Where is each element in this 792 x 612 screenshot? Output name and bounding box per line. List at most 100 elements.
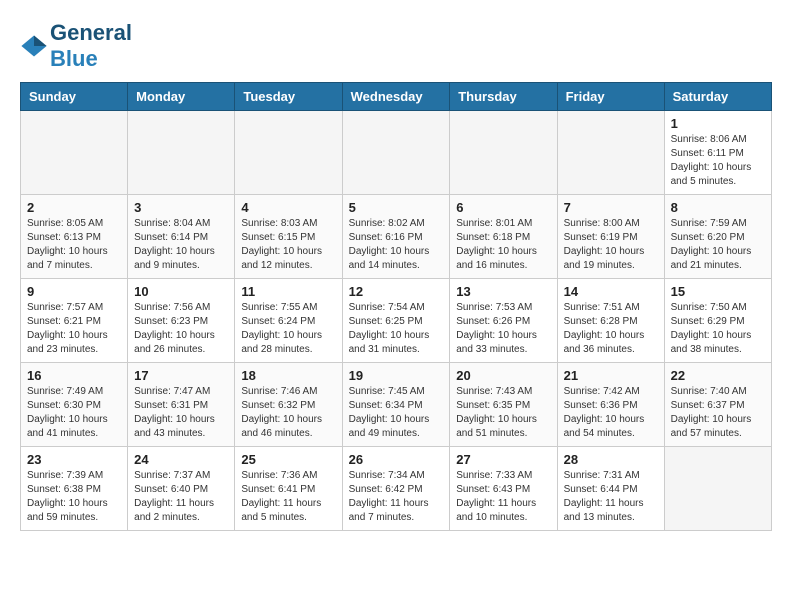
day-cell: 1 Sunrise: 8:06 AM Sunset: 6:11 PM Daylig… [664, 111, 771, 195]
day-info: Sunrise: 7:53 AM Sunset: 6:26 PM Dayligh… [456, 301, 550, 357]
day-cell: 5 Sunrise: 8:02 AM Sunset: 6:16 PM Daylig… [342, 195, 450, 279]
day-cell: 6 Sunrise: 8:01 AM Sunset: 6:18 PM Daylig… [450, 195, 557, 279]
weekday-header-thursday: Thursday [450, 83, 557, 111]
day-cell: 24 Sunrise: 7:37 AM Sunset: 6:40 PM Dayli… [128, 447, 235, 531]
day-cell: 27 Sunrise: 7:33 AM Sunset: 6:43 PM Dayli… [450, 447, 557, 531]
day-number: 21 [564, 368, 658, 383]
day-number: 26 [349, 452, 444, 467]
week-row-3: 9Sunrise: 7:57 AM Sunset: 6:21 PM Daylig… [21, 279, 772, 363]
day-number: 17 [134, 368, 228, 383]
calendar: SundayMondayTuesdayWednesdayThursdayFrid… [20, 82, 772, 531]
day-info: Sunrise: 7:49 AM Sunset: 6:30 PM Dayligh… [27, 385, 121, 441]
day-info: Sunrise: 7:45 AM Sunset: 6:34 PM Dayligh… [349, 385, 444, 441]
logo-general-text: General [50, 20, 132, 45]
weekday-header-wednesday: Wednesday [342, 83, 450, 111]
day-number: 7 [564, 200, 658, 215]
day-number: 15 [671, 284, 765, 299]
logo-blue-text: Blue [50, 46, 98, 71]
day-number: 10 [134, 284, 228, 299]
day-info: Sunrise: 7:50 AM Sunset: 6:29 PM Dayligh… [671, 301, 765, 357]
day-info: Sunrise: 7:31 AM Sunset: 6:44 PM Dayligh… [564, 469, 658, 525]
day-cell: 28 Sunrise: 7:31 AM Sunset: 6:44 PM Dayli… [557, 447, 664, 531]
day-info: Sunrise: 7:34 AM Sunset: 6:42 PM Dayligh… [349, 469, 444, 525]
weekday-header-row: SundayMondayTuesdayWednesdayThursdayFrid… [21, 83, 772, 111]
day-cell: 19 Sunrise: 7:45 AM Sunset: 6:34 PM Dayli… [342, 363, 450, 447]
weekday-header-tuesday: Tuesday [235, 83, 342, 111]
weekday-header-sunday: Sunday [21, 83, 128, 111]
day-number: 18 [241, 368, 335, 383]
day-cell [21, 111, 128, 195]
day-cell: 20 Sunrise: 7:43 AM Sunset: 6:35 PM Dayli… [450, 363, 557, 447]
day-info: Sunrise: 7:40 AM Sunset: 6:37 PM Dayligh… [671, 385, 765, 441]
day-info: Sunrise: 7:51 AM Sunset: 6:28 PM Dayligh… [564, 301, 658, 357]
logo-icon [20, 32, 48, 60]
day-cell: 21 Sunrise: 7:42 AM Sunset: 6:36 PM Dayli… [557, 363, 664, 447]
day-cell: 22Sunrise: 7:40 AM Sunset: 6:37 PM Dayli… [664, 363, 771, 447]
day-cell: 16 Sunrise: 7:49 AM Sunset: 6:30 PM Dayli… [21, 363, 128, 447]
day-info: Sunrise: 7:37 AM Sunset: 6:40 PM Dayligh… [134, 469, 228, 525]
day-cell: 9Sunrise: 7:57 AM Sunset: 6:21 PM Daylig… [21, 279, 128, 363]
day-cell [128, 111, 235, 195]
day-info: Sunrise: 7:54 AM Sunset: 6:25 PM Dayligh… [349, 301, 444, 357]
day-cell [557, 111, 664, 195]
day-cell: 11 Sunrise: 7:55 AM Sunset: 6:24 PM Dayli… [235, 279, 342, 363]
day-number: 24 [134, 452, 228, 467]
day-number: 27 [456, 452, 550, 467]
day-number: 23 [27, 452, 121, 467]
header: General Blue [20, 20, 772, 72]
week-row-2: 2Sunrise: 8:05 AM Sunset: 6:13 PM Daylig… [21, 195, 772, 279]
day-cell [235, 111, 342, 195]
day-info: Sunrise: 8:06 AM Sunset: 6:11 PM Dayligh… [671, 133, 765, 189]
day-number: 13 [456, 284, 550, 299]
day-number: 19 [349, 368, 444, 383]
day-cell: 3 Sunrise: 8:04 AM Sunset: 6:14 PM Daylig… [128, 195, 235, 279]
day-cell: 12 Sunrise: 7:54 AM Sunset: 6:25 PM Dayli… [342, 279, 450, 363]
day-cell: 25 Sunrise: 7:36 AM Sunset: 6:41 PM Dayli… [235, 447, 342, 531]
weekday-header-monday: Monday [128, 83, 235, 111]
week-row-4: 16 Sunrise: 7:49 AM Sunset: 6:30 PM Dayli… [21, 363, 772, 447]
day-number: 8 [671, 200, 765, 215]
day-number: 6 [456, 200, 550, 215]
day-info: Sunrise: 8:05 AM Sunset: 6:13 PM Dayligh… [27, 217, 121, 273]
day-info: Sunrise: 8:00 AM Sunset: 6:19 PM Dayligh… [564, 217, 658, 273]
day-number: 11 [241, 284, 335, 299]
day-number: 12 [349, 284, 444, 299]
day-number: 25 [241, 452, 335, 467]
day-info: Sunrise: 7:46 AM Sunset: 6:32 PM Dayligh… [241, 385, 335, 441]
day-info: Sunrise: 7:47 AM Sunset: 6:31 PM Dayligh… [134, 385, 228, 441]
day-cell: 14 Sunrise: 7:51 AM Sunset: 6:28 PM Dayli… [557, 279, 664, 363]
day-number: 3 [134, 200, 228, 215]
day-info: Sunrise: 7:33 AM Sunset: 6:43 PM Dayligh… [456, 469, 550, 525]
logo: General Blue [20, 20, 132, 72]
day-info: Sunrise: 7:59 AM Sunset: 6:20 PM Dayligh… [671, 217, 765, 273]
day-cell [342, 111, 450, 195]
day-cell: 23 Sunrise: 7:39 AM Sunset: 6:38 PM Dayli… [21, 447, 128, 531]
day-info: Sunrise: 8:03 AM Sunset: 6:15 PM Dayligh… [241, 217, 335, 273]
day-info: Sunrise: 7:55 AM Sunset: 6:24 PM Dayligh… [241, 301, 335, 357]
day-info: Sunrise: 7:56 AM Sunset: 6:23 PM Dayligh… [134, 301, 228, 357]
weekday-header-friday: Friday [557, 83, 664, 111]
day-info: Sunrise: 8:02 AM Sunset: 6:16 PM Dayligh… [349, 217, 444, 273]
day-number: 16 [27, 368, 121, 383]
day-cell: 17 Sunrise: 7:47 AM Sunset: 6:31 PM Dayli… [128, 363, 235, 447]
day-cell [664, 447, 771, 531]
day-cell [450, 111, 557, 195]
day-number: 20 [456, 368, 550, 383]
day-number: 4 [241, 200, 335, 215]
day-info: Sunrise: 7:42 AM Sunset: 6:36 PM Dayligh… [564, 385, 658, 441]
day-info: Sunrise: 8:01 AM Sunset: 6:18 PM Dayligh… [456, 217, 550, 273]
day-cell: 8 Sunrise: 7:59 AM Sunset: 6:20 PM Daylig… [664, 195, 771, 279]
day-cell: 18 Sunrise: 7:46 AM Sunset: 6:32 PM Dayli… [235, 363, 342, 447]
day-cell: 7 Sunrise: 8:00 AM Sunset: 6:19 PM Daylig… [557, 195, 664, 279]
day-info: Sunrise: 7:43 AM Sunset: 6:35 PM Dayligh… [456, 385, 550, 441]
day-number: 5 [349, 200, 444, 215]
day-info: Sunrise: 7:39 AM Sunset: 6:38 PM Dayligh… [27, 469, 121, 525]
day-info: Sunrise: 8:04 AM Sunset: 6:14 PM Dayligh… [134, 217, 228, 273]
day-number: 14 [564, 284, 658, 299]
week-row-5: 23 Sunrise: 7:39 AM Sunset: 6:38 PM Dayli… [21, 447, 772, 531]
day-number: 28 [564, 452, 658, 467]
day-info: Sunrise: 7:36 AM Sunset: 6:41 PM Dayligh… [241, 469, 335, 525]
day-number: 9 [27, 284, 121, 299]
day-number: 1 [671, 116, 765, 131]
day-cell: 10 Sunrise: 7:56 AM Sunset: 6:23 PM Dayli… [128, 279, 235, 363]
